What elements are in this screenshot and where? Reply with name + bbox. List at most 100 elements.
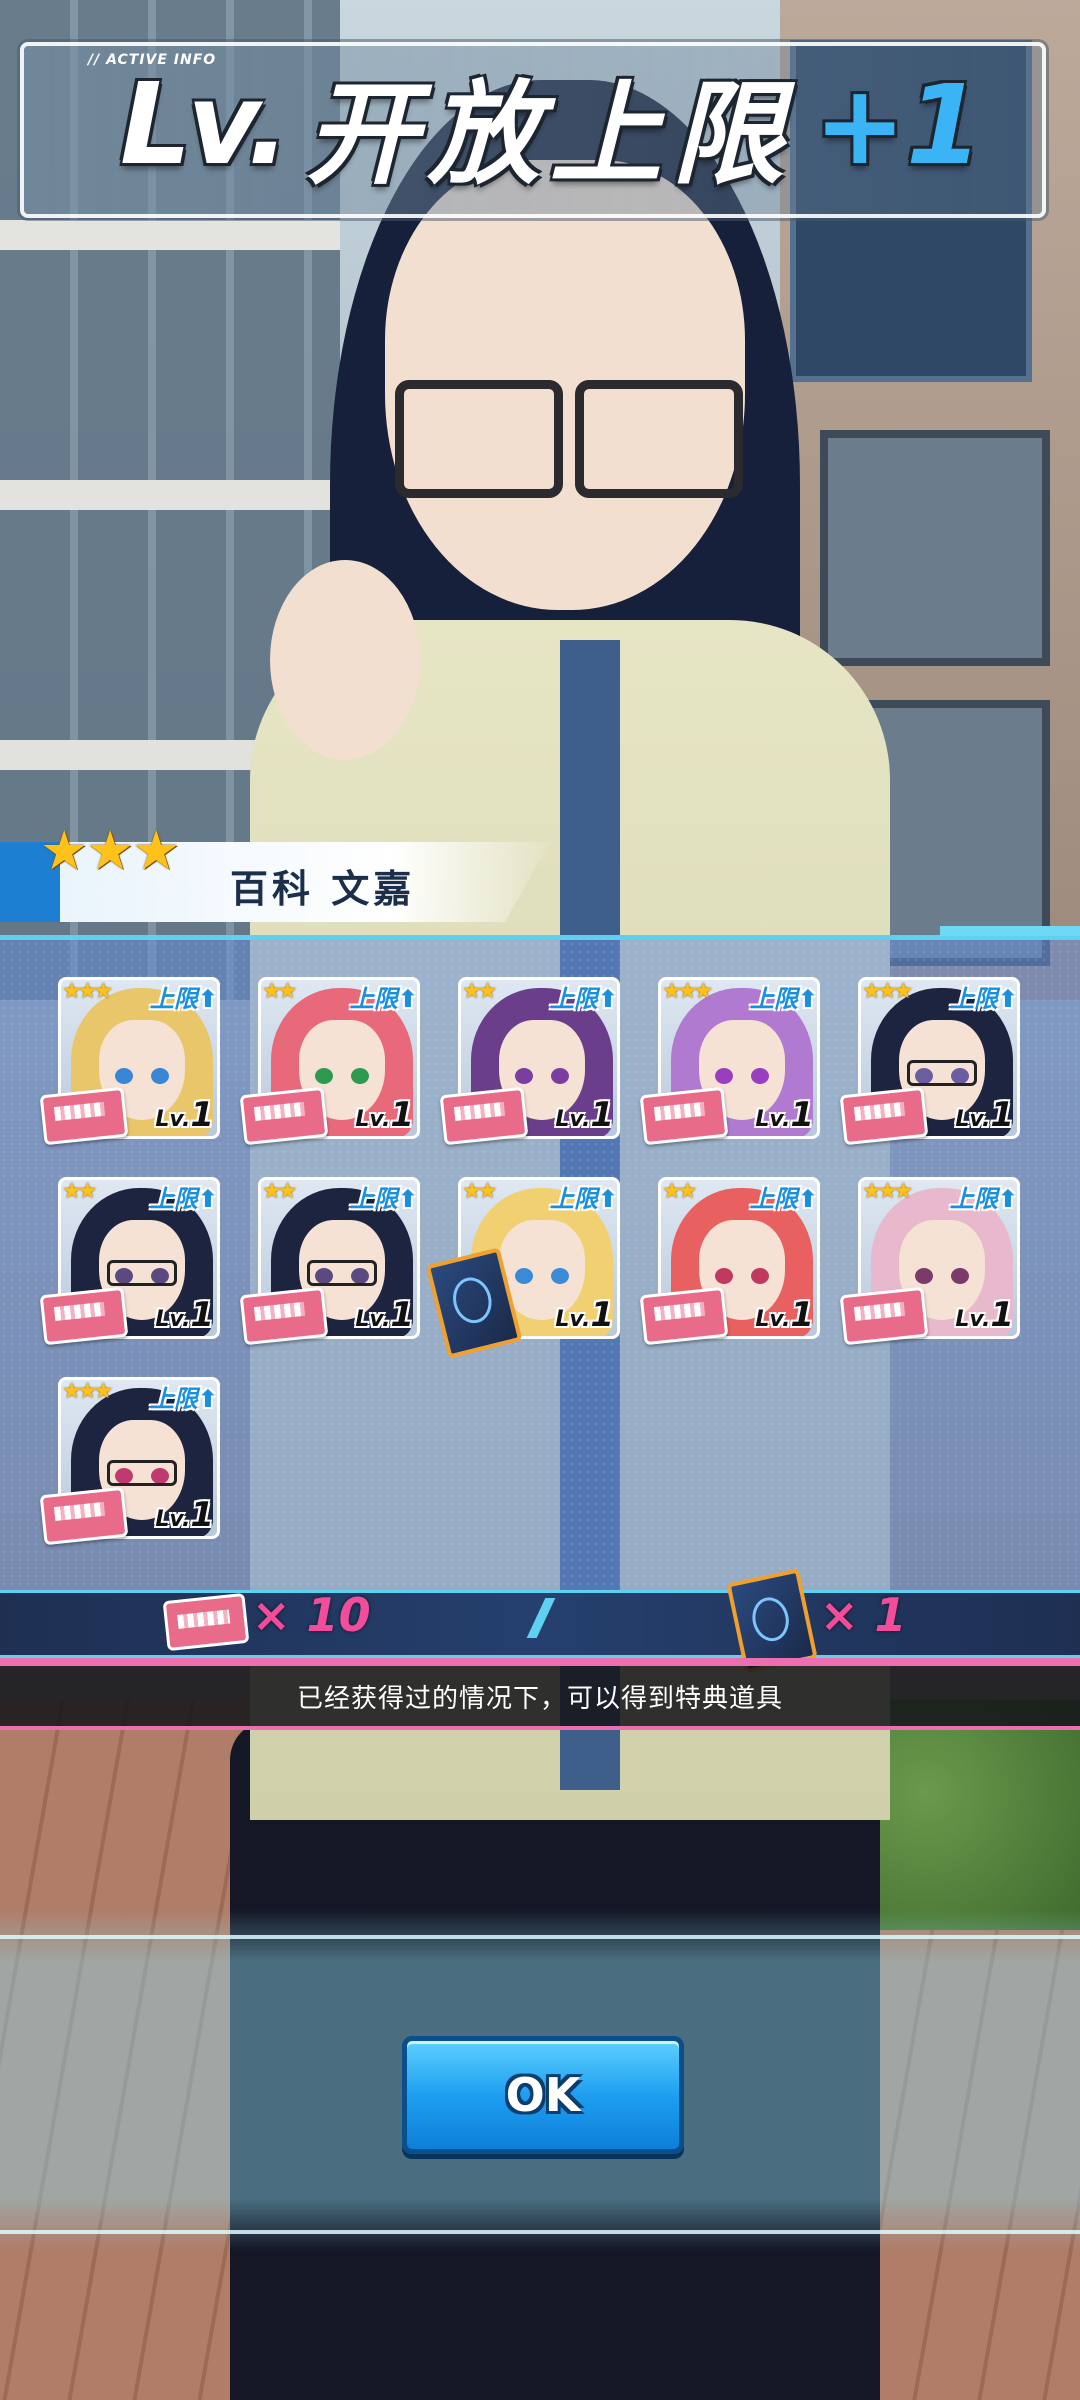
special-item-count: × 1 <box>820 1588 907 1642</box>
card-level: Lv.1 <box>355 1295 414 1335</box>
limit-up-badge: 上限⬆ <box>749 1185 818 1213</box>
divider <box>0 1658 1080 1666</box>
star-icon: ★ <box>132 819 181 882</box>
card-level: Lv.1 <box>555 1295 614 1335</box>
character-card: ★★★ 上限⬆ Lv.1 <box>839 977 1020 1146</box>
card-rarity-stars: ★★★ <box>662 979 713 1004</box>
level-prefix: Lv. <box>555 1307 591 1332</box>
card-rarity-stars: ★★★ <box>62 979 113 1004</box>
level-value: 1 <box>790 1295 814 1335</box>
card-rarity-stars: ★★★ <box>862 979 913 1004</box>
card-rarity-stars: ★★★ <box>862 1179 913 1204</box>
card-level: Lv.1 <box>955 1095 1014 1135</box>
portrait-eye <box>515 1268 533 1284</box>
portrait-eye <box>115 1068 133 1084</box>
level-prefix: Lv. <box>555 1107 591 1132</box>
level-prefix: Lv. <box>355 1107 391 1132</box>
level-value: 1 <box>590 1295 614 1335</box>
star-icon: ★ <box>40 819 89 882</box>
level-prefix: Lv. <box>155 1507 191 1532</box>
character-rarity-stars: ★ ★ ★ <box>40 819 181 882</box>
portrait-eye <box>915 1268 933 1284</box>
ok-button[interactable]: OK <box>402 2036 684 2154</box>
limit-up-badge: 上限⬆ <box>149 1385 218 1413</box>
level-value: 1 <box>790 1095 814 1135</box>
card-rarity-stars: ★★ <box>462 979 498 1004</box>
level-value: 1 <box>990 1295 1014 1335</box>
card-level: Lv.1 <box>555 1095 614 1135</box>
level-value: 1 <box>390 1095 414 1135</box>
card-level: Lv.1 <box>155 1095 214 1135</box>
limit-up-badge: 上限⬆ <box>549 1185 618 1213</box>
title-main: 开放上限 <box>305 70 794 200</box>
character-card: ★★ 上限⬆ Lv.1 <box>39 1177 220 1346</box>
portrait-eye <box>551 1268 569 1284</box>
card-rarity-stars: ★★ <box>462 1179 498 1204</box>
info-message: 已经获得过的情况下，可以得到特典道具 <box>0 1666 1080 1726</box>
title-lv: Lv. <box>120 60 290 190</box>
level-prefix: Lv. <box>955 1107 991 1132</box>
limit-up-badge: 上限⬆ <box>549 985 618 1013</box>
ticket-icon <box>239 1086 329 1146</box>
title-plus: +1 <box>813 61 983 189</box>
ticket-icon <box>162 1592 250 1652</box>
character-glasses <box>395 380 743 498</box>
card-rarity-stars: ★★ <box>262 1179 298 1204</box>
character-card: ★★★ 上限⬆ Lv.1 <box>639 977 820 1146</box>
card-rarity-stars: ★★ <box>262 979 298 1004</box>
level-prefix: Lv. <box>155 1107 191 1132</box>
level-value: 1 <box>190 1095 214 1135</box>
portrait-glasses <box>307 1260 377 1286</box>
level-prefix: Lv. <box>955 1307 991 1332</box>
portrait-glasses <box>107 1460 177 1486</box>
level-value: 1 <box>190 1495 214 1535</box>
portrait-eye <box>951 1268 969 1284</box>
limit-up-badge: 上限⬆ <box>149 985 218 1013</box>
level-prefix: Lv. <box>155 1307 191 1332</box>
character-name: 百科 文嘉 <box>230 867 416 911</box>
ticket-icon <box>639 1086 729 1146</box>
limit-up-badge: 上限⬆ <box>749 985 818 1013</box>
portrait-eye <box>151 1068 169 1084</box>
level-prefix: Lv. <box>355 1307 391 1332</box>
star-icon: ★ <box>86 819 135 882</box>
character-card: ★★★ 上限⬆ Lv.1 <box>39 977 220 1146</box>
level-value: 1 <box>390 1295 414 1335</box>
character-card: ★★★ 上限⬆ Lv.1 <box>839 1177 1020 1346</box>
character-card: ★★ 上限⬆ Lv.1 <box>425 1177 620 1359</box>
divider <box>0 1935 1080 1939</box>
ticket-icon <box>439 1086 529 1146</box>
limit-up-badge: 上限⬆ <box>349 1185 418 1213</box>
character-card: ★★★ 上限⬆ Lv.1 <box>39 1377 220 1546</box>
building-window <box>820 430 1050 666</box>
portrait-eye <box>315 1068 333 1084</box>
ticket-count: × 10 <box>252 1588 371 1642</box>
ticket-icon <box>639 1286 729 1346</box>
portrait-glasses <box>107 1260 177 1286</box>
character-card: ★★ 上限⬆ Lv.1 <box>439 977 620 1146</box>
portrait-eye <box>715 1268 733 1284</box>
level-value: 1 <box>990 1095 1014 1135</box>
ticket-icon <box>39 1086 129 1146</box>
hedge <box>860 1700 1080 1930</box>
divider <box>0 2230 1080 2234</box>
ticket-icon <box>239 1286 329 1346</box>
character-hand <box>270 560 420 760</box>
ticket-icon <box>839 1086 929 1146</box>
limit-up-badge: 上限⬆ <box>949 1185 1018 1213</box>
limit-up-badge: 上限⬆ <box>149 1185 218 1213</box>
card-level: Lv.1 <box>355 1095 414 1135</box>
portrait-eye <box>715 1068 733 1084</box>
portrait-glasses <box>907 1060 977 1086</box>
portrait-eye <box>551 1068 569 1084</box>
card-rarity-stars: ★★★ <box>62 1379 113 1404</box>
portrait-eye <box>751 1068 769 1084</box>
card-level: Lv.1 <box>155 1295 214 1335</box>
ticket-icon <box>839 1286 929 1346</box>
portrait-eye <box>751 1268 769 1284</box>
card-rarity-stars: ★★ <box>62 1179 98 1204</box>
divider <box>0 1726 1080 1730</box>
portrait-eye <box>351 1068 369 1084</box>
character-card: ★★ 上限⬆ Lv.1 <box>239 1177 420 1346</box>
level-prefix: Lv. <box>755 1107 791 1132</box>
